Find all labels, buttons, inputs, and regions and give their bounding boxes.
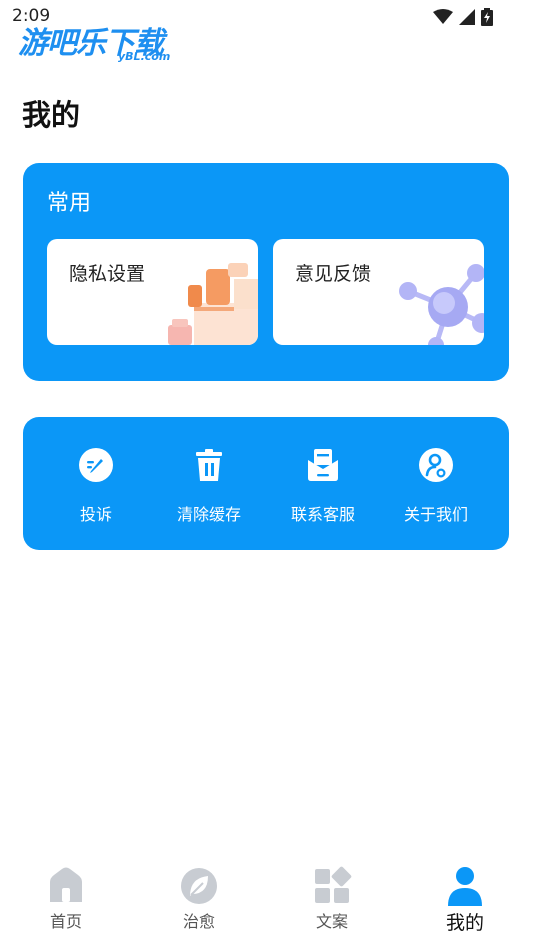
wifi-icon [433, 9, 453, 24]
battery-icon [481, 8, 493, 26]
grid-icon [315, 866, 352, 903]
tab-home[interactable]: 首页 [26, 866, 106, 932]
tab-copywriting-label: 文案 [315, 912, 348, 931]
clear-cache-button[interactable]: 清除缓存 [154, 447, 264, 527]
tab-mine-label: 我的 [445, 912, 484, 934]
tab-home-label: 首页 [49, 912, 82, 931]
status-icons [433, 8, 493, 26]
privacy-settings-tile[interactable]: 隐私设置 [47, 239, 258, 345]
trash-icon [196, 449, 222, 481]
mail-icon [308, 449, 338, 481]
feedback-label: 意见反馈 [295, 263, 372, 285]
common-title: 常用 [47, 191, 92, 216]
tab-copywriting[interactable]: 文案 [292, 866, 372, 932]
feedback-tile[interactable]: 意见反馈 [273, 239, 484, 345]
bottom-tab-bar: 首页 治愈 文案 我的 [0, 858, 533, 948]
about-us-label: 关于我们 [403, 505, 468, 524]
profile-icon [448, 867, 482, 906]
user-icon [419, 448, 453, 482]
edit-icon [79, 448, 113, 482]
leaf-icon [181, 868, 217, 904]
contact-support-button[interactable]: 联系客服 [268, 447, 378, 527]
privacy-settings-label: 隐私设置 [69, 263, 146, 285]
page-title: 我的 [22, 98, 81, 132]
complaint-label: 投诉 [79, 505, 112, 524]
contact-support-label: 联系客服 [290, 505, 355, 524]
watermark-subtext: yBL.com [118, 50, 171, 63]
tab-healing-label: 治愈 [182, 912, 215, 931]
tab-mine[interactable]: 我的 [425, 866, 505, 935]
privacy-illustration-icon [168, 263, 258, 345]
actions-card: 投诉 清除缓存 联系客服 关于我们 [23, 417, 509, 550]
home-icon [50, 867, 82, 902]
clear-cache-label: 清除缓存 [176, 505, 241, 524]
tab-healing[interactable]: 治愈 [159, 866, 239, 932]
signal-icon [459, 9, 475, 25]
watermark-logo: 游吧乐下载 yBL.com [18, 18, 170, 63]
feedback-illustration-icon [399, 264, 484, 345]
about-us-button[interactable]: 关于我们 [381, 447, 491, 527]
complaint-button[interactable]: 投诉 [41, 447, 151, 527]
common-card: 常用 隐私设置 意见反馈 [23, 163, 509, 381]
